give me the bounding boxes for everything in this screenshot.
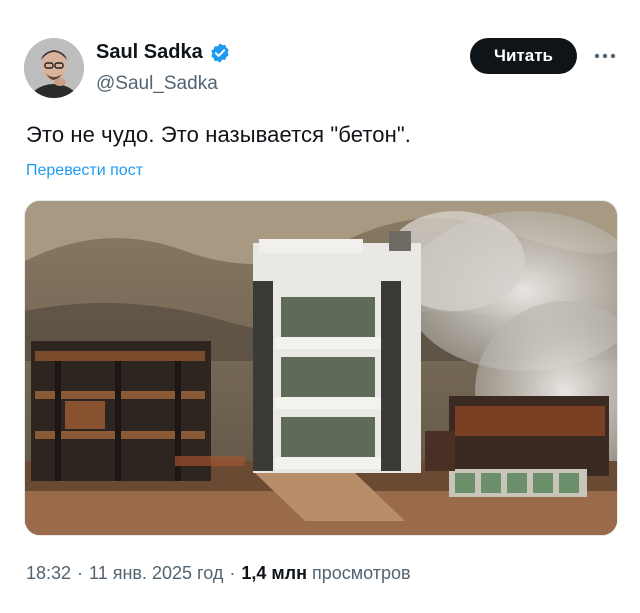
views-count: 1,4 млн (241, 563, 307, 583)
more-horizontal-icon (594, 53, 616, 59)
photo-burned-beach-houses-icon (25, 201, 617, 535)
meta-separator: · (229, 563, 236, 583)
post-media-photo[interactable] (24, 200, 618, 536)
post-meta: 18:32 · 11 янв. 2025 год · 1,4 млн просм… (26, 563, 411, 584)
more-options-button[interactable] (590, 38, 620, 74)
person-avatar-icon (24, 38, 84, 98)
meta-separator: · (77, 563, 84, 583)
author-handle[interactable]: @Saul_Sadka (96, 73, 218, 95)
author-display-name[interactable]: Saul Sadka (96, 41, 203, 64)
verified-badge-icon (211, 42, 229, 63)
views-label: просмотров (311, 563, 411, 583)
post-date[interactable]: 11 янв. 2025 год (89, 563, 223, 584)
post-text: Это не чудо. Это называется "бетон". (26, 122, 411, 147)
post-time[interactable]: 18:32 (26, 563, 71, 584)
follow-button[interactable]: Читать (470, 38, 577, 74)
author-name-row[interactable]: Saul Sadka (96, 41, 231, 64)
translate-post-link[interactable]: Перевести пост (26, 162, 143, 180)
avatar[interactable] (24, 38, 84, 98)
